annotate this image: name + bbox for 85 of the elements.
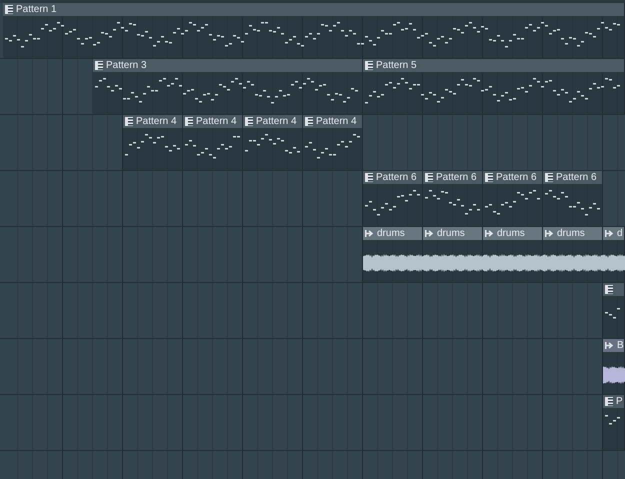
pattern-clip[interactable]: Pattern 5 (363, 59, 625, 114)
bar-arrow-icon (545, 230, 554, 237)
audio-clip[interactable]: drums (363, 227, 423, 282)
note-drawing (185, 136, 240, 158)
piano-keys-icon (485, 173, 493, 182)
pattern-clip[interactable]: Pattern 3 (93, 59, 363, 114)
piano-keys-icon (125, 117, 133, 126)
clip-label: Pattern 5 (376, 60, 417, 72)
piano-keys-icon (245, 117, 253, 126)
clip-header[interactable]: Pattern 4 (303, 115, 362, 129)
bar-arrow-icon (425, 230, 434, 237)
clip-header[interactable]: Pattern 1 (3, 3, 624, 17)
piano-keys-icon (5, 5, 13, 14)
note-drawing (545, 190, 600, 216)
clip-header[interactable]: Pattern 6 (543, 171, 602, 185)
bar-arrow-icon (365, 230, 374, 237)
clip-label: Pattern 6 (376, 172, 417, 184)
clip-header[interactable]: drums (543, 227, 602, 241)
audio-clip[interactable]: d (603, 227, 625, 282)
piano-keys-icon (95, 61, 103, 70)
audio-clip[interactable]: B (603, 339, 625, 394)
pattern-clip[interactable]: Pattern 1 (3, 3, 625, 58)
clip-header[interactable]: P (603, 395, 624, 409)
bar-arrow-icon (605, 342, 614, 349)
pattern-clip[interactable]: Pattern 4 (123, 115, 183, 170)
note-drawing (365, 190, 420, 216)
clip-label: drums (437, 228, 465, 240)
clip-label: drums (377, 228, 405, 240)
clip-label: Pattern 4 (316, 116, 357, 128)
piano-keys-icon (185, 117, 193, 126)
clip-label: Pattern 6 (556, 172, 597, 184)
pattern-clip[interactable] (603, 283, 625, 338)
audio-clip[interactable]: drums (543, 227, 603, 282)
pattern-clip[interactable]: Pattern 4 (183, 115, 243, 170)
clip-label: drums (557, 228, 585, 240)
clip-header[interactable]: Pattern 6 (363, 171, 422, 185)
note-drawing (485, 190, 540, 214)
bar-arrow-icon (605, 230, 614, 237)
clip-label: d (617, 228, 623, 240)
clip-header[interactable]: d (603, 227, 624, 241)
clip-header[interactable]: drums (483, 227, 542, 241)
clip-header[interactable]: Pattern 4 (243, 115, 302, 129)
audio-clip[interactable]: drums (483, 227, 543, 282)
piano-keys-icon (365, 173, 373, 182)
note-drawing (605, 415, 620, 424)
pattern-clip[interactable]: Pattern 6 (423, 171, 483, 226)
pattern-clip[interactable]: P (603, 395, 625, 450)
pattern-clip[interactable]: Pattern 4 (243, 115, 303, 170)
clip-header[interactable]: Pattern 5 (363, 59, 624, 73)
note-drawing (125, 134, 180, 156)
clip-label: B (617, 340, 624, 352)
piano-keys-icon (425, 173, 433, 182)
clip-label: Pattern 1 (16, 4, 57, 16)
note-drawing (245, 134, 300, 154)
clip-label: Pattern 4 (256, 116, 297, 128)
note-drawing (605, 308, 620, 318)
pattern-clip[interactable]: Pattern 6 (363, 171, 423, 226)
piano-keys-icon (605, 397, 613, 406)
pattern-clip[interactable]: Pattern 6 (543, 171, 603, 226)
clip-header[interactable]: Pattern 6 (423, 171, 482, 185)
audio-clip[interactable]: drums (423, 227, 483, 282)
clip-header[interactable]: drums (363, 227, 422, 241)
piano-keys-icon (305, 117, 313, 126)
bar-arrow-icon (485, 230, 494, 237)
pattern-clip[interactable]: Pattern 6 (483, 171, 543, 226)
piano-keys-icon (365, 61, 373, 70)
clip-label: P (616, 396, 623, 408)
piano-keys-icon (545, 173, 553, 182)
clip-header[interactable]: B (603, 339, 624, 353)
clip-label: Pattern 6 (436, 172, 477, 184)
clip-header[interactable]: Pattern 6 (483, 171, 542, 185)
note-drawing (425, 190, 480, 214)
clip-header[interactable]: Pattern 3 (93, 59, 362, 73)
clip-header[interactable]: drums (423, 227, 482, 241)
piano-keys-icon (605, 285, 613, 294)
clip-header[interactable]: Pattern 4 (183, 115, 242, 129)
clip-label: Pattern 6 (496, 172, 537, 184)
clip-header[interactable]: Pattern 4 (123, 115, 182, 129)
clip-label: Pattern 4 (196, 116, 237, 128)
clip-label: Pattern 3 (106, 60, 147, 72)
clip-label: Pattern 4 (136, 116, 177, 128)
clip-label: drums (497, 228, 525, 240)
pattern-clip[interactable]: Pattern 4 (303, 115, 363, 170)
clip-header[interactable] (603, 283, 624, 297)
note-drawing (305, 134, 360, 158)
